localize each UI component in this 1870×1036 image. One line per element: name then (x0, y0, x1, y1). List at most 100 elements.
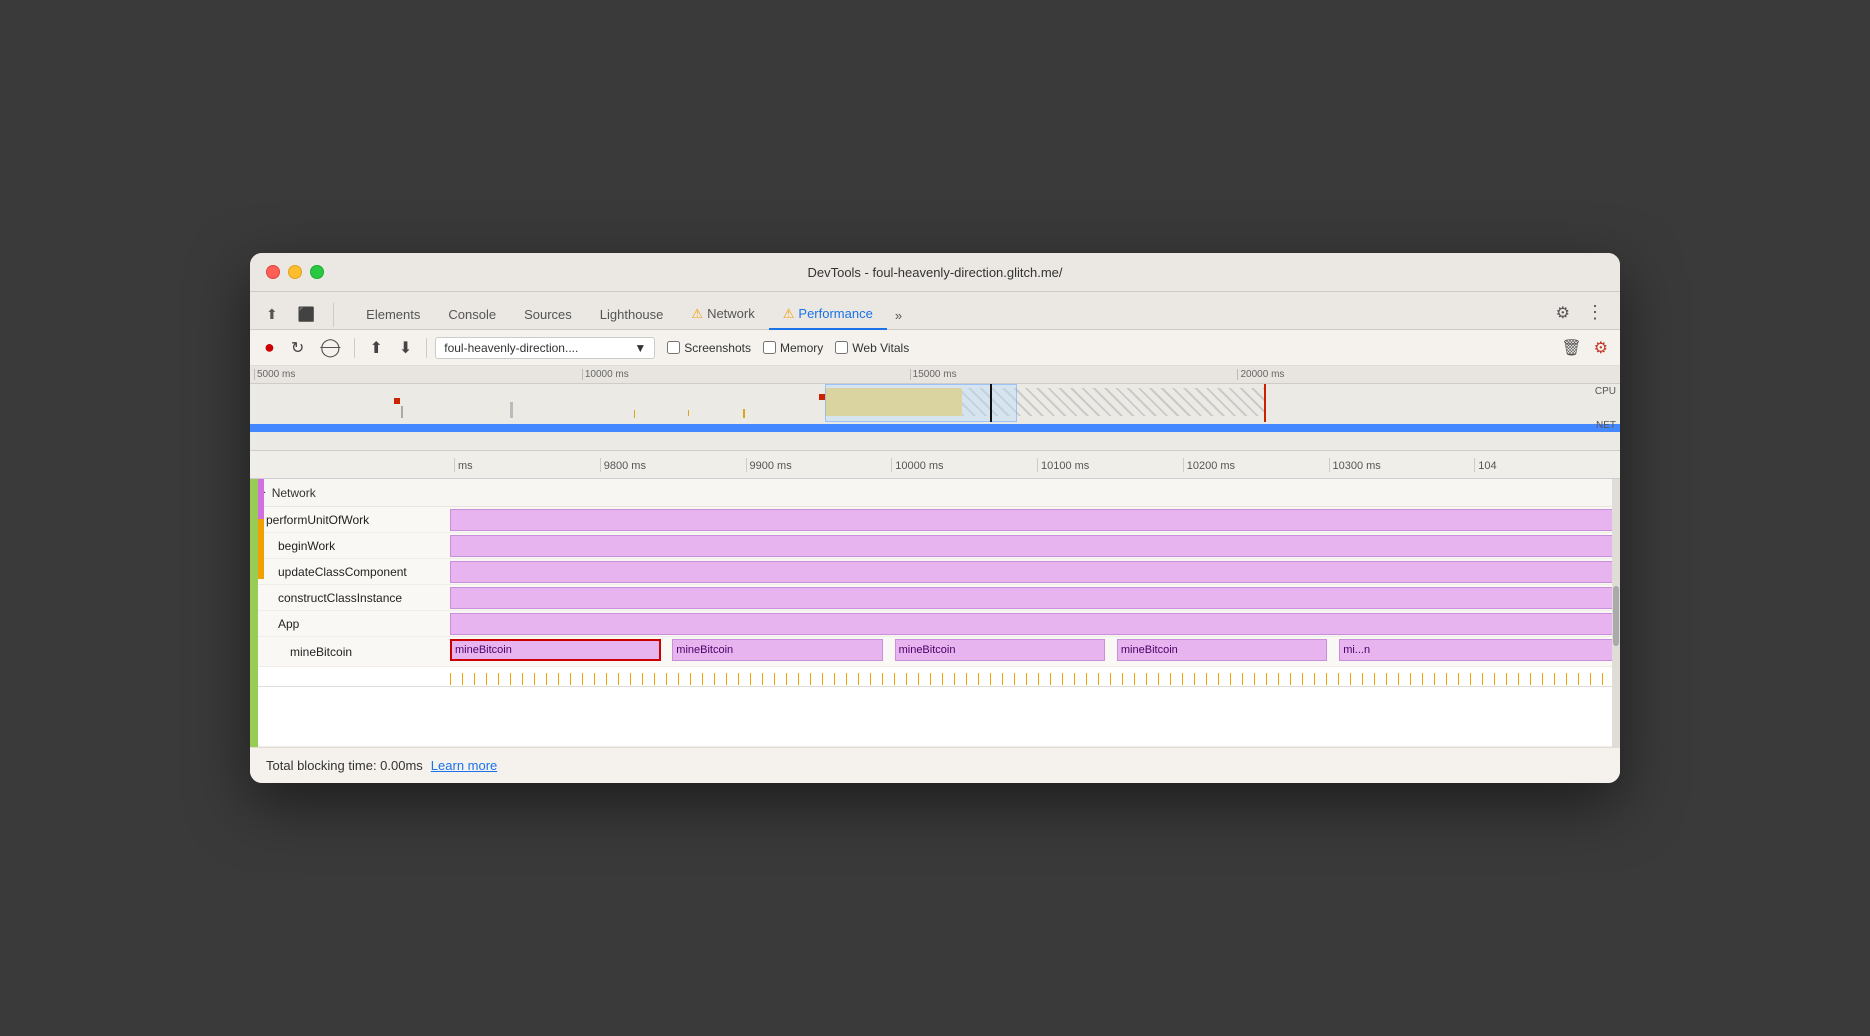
cpu-tiny-1 (634, 410, 635, 418)
flame-label-3: constructClassInstance (250, 591, 450, 605)
table-row[interactable]: mineBitcoin mineBitcoin mineBitcoin mine… (250, 637, 1620, 667)
devtools-window: DevTools - foul-heavenly-direction.glitc… (250, 253, 1620, 783)
red-flag-1 (394, 398, 400, 404)
flame-bar-area-3 (450, 585, 1620, 610)
learn-more-link[interactable]: Learn more (431, 758, 497, 773)
flame-bar-area-5: mineBitcoin mineBitcoin mineBitcoin mine… (450, 637, 1620, 666)
screenshots-checkbox[interactable] (667, 341, 680, 354)
screenshots-checkbox-item[interactable]: Screenshots (667, 341, 751, 355)
flame-bar-minebitcoin-3[interactable]: mineBitcoin (895, 639, 1106, 661)
flame-bar-perform[interactable] (450, 509, 1620, 531)
time-ruler-inner: ms 9800 ms 9900 ms 10000 ms 10100 ms 102… (450, 458, 1620, 472)
tab-elements[interactable]: Elements (352, 301, 434, 330)
cpu-spike-1 (401, 406, 403, 418)
minimize-button[interactable] (288, 265, 302, 279)
flame-bar-area-4 (450, 611, 1620, 636)
time-tick-10300: 10300 ms (1329, 458, 1475, 472)
flame-bar-minebitcoin-2[interactable]: mineBitcoin (672, 639, 883, 661)
time-tick-10000: 10000 ms (891, 458, 1037, 472)
performance-warning-icon: ⚠ (783, 306, 795, 321)
more-options-icon[interactable]: ⋮ (1578, 296, 1612, 329)
scrollbar[interactable] (1612, 479, 1620, 747)
flame-rows: performUnitOfWork beginWork (250, 507, 1620, 747)
timeline-selection (825, 384, 1017, 422)
clear-button[interactable]: ◯ (314, 333, 346, 362)
flame-bar-minebitcoin-5[interactable]: mi...n (1339, 639, 1620, 661)
webvitals-checkbox-item[interactable]: Web Vitals (835, 341, 909, 355)
time-tick-9800: 9800 ms (600, 458, 746, 472)
table-row[interactable]: updateClassComponent (250, 559, 1620, 585)
upload-button[interactable]: ⬆ (363, 334, 388, 362)
mini-ruler: 5000 ms 10000 ms 15000 ms 20000 ms CPU (250, 366, 1620, 384)
checkbox-group: Screenshots Memory Web Vitals (667, 341, 909, 355)
network-warning-icon: ⚠ (691, 306, 703, 321)
record-button[interactable]: ● (258, 333, 281, 362)
empty-row (250, 687, 1620, 747)
tab-sources[interactable]: Sources (510, 301, 586, 330)
scroll-thumb[interactable] (1613, 586, 1619, 646)
flame-bar-app[interactable] (450, 613, 1620, 635)
status-bar: Total blocking time: 0.00ms Learn more (250, 747, 1620, 783)
flame-bar-constructclass[interactable] (450, 587, 1620, 609)
flame-label-1: beginWork (250, 539, 450, 553)
tab-network[interactable]: ⚠Network (677, 300, 768, 330)
red-marker-1 (1264, 384, 1266, 422)
flame-bar-area-2 (450, 559, 1620, 584)
cursor-tool-button[interactable]: ⬆ (258, 300, 286, 329)
time-tick-104: 104 (1474, 458, 1620, 472)
flame-bar-updateclass[interactable] (450, 561, 1620, 583)
maximize-button[interactable] (310, 265, 324, 279)
table-row[interactable]: performUnitOfWork (250, 507, 1620, 533)
tab-console[interactable]: Console (434, 301, 510, 330)
black-marker-1 (990, 384, 992, 422)
flame-label-4: App (250, 617, 450, 631)
mini-tick-2: 10000 ms (582, 369, 910, 380)
mini-ruler-ticks: 5000 ms 10000 ms 15000 ms 20000 ms (254, 369, 1620, 380)
flame-bar-area-0 (450, 507, 1620, 532)
webvitals-checkbox[interactable] (835, 341, 848, 354)
flame-bar-minebitcoin-1[interactable]: mineBitcoin (450, 639, 661, 661)
tick-marks-container (450, 667, 1620, 686)
title-bar: DevTools - foul-heavenly-direction.glitc… (250, 253, 1620, 292)
left-bar-green (250, 479, 258, 747)
memory-checkbox[interactable] (763, 341, 776, 354)
left-bar-yellow (258, 519, 264, 579)
network-section-header[interactable]: ▶ Network (250, 479, 1620, 507)
cpu-tiny-3 (743, 409, 745, 418)
table-row[interactable]: beginWork (250, 533, 1620, 559)
reload-button[interactable]: ↻ (285, 334, 310, 362)
delete-recording-button[interactable]: 🗑 (1557, 334, 1585, 362)
time-tick-partial: ms (454, 458, 600, 472)
net-chart: NET (250, 422, 1620, 432)
left-bar-purple-1 (258, 479, 264, 519)
table-row[interactable]: constructClassInstance (250, 585, 1620, 611)
more-tabs-button[interactable]: » (887, 302, 910, 329)
toolbar-separator (333, 303, 334, 327)
url-select[interactable]: foul-heavenly-direction.... ▼ (435, 337, 655, 359)
download-button[interactable]: ⬇ (393, 334, 418, 362)
net-label: NET (1596, 420, 1616, 431)
mini-tick-4: 20000 ms (1237, 369, 1619, 380)
red-flag-2 (819, 394, 825, 400)
flame-bar-beginwork[interactable] (450, 535, 1620, 557)
dock-button[interactable]: ⬛ (290, 300, 323, 329)
settings-icon[interactable]: ⚙ (1548, 297, 1578, 329)
table-row[interactable]: App (250, 611, 1620, 637)
tick-pattern (450, 673, 1620, 685)
cpu-spike-2 (510, 402, 513, 418)
performance-settings-icon[interactable]: ⚙ (1590, 334, 1612, 362)
time-ruler: ms 9800 ms 9900 ms 10000 ms 10100 ms 102… (250, 451, 1620, 479)
memory-checkbox-item[interactable]: Memory (763, 341, 823, 355)
tab-performance[interactable]: ⚠Performance (769, 300, 887, 330)
mini-timeline[interactable]: 5000 ms 10000 ms 15000 ms 20000 ms CPU (250, 366, 1620, 451)
flame-chart-area[interactable]: ▶ Network performUnitOfWork beginWork (250, 479, 1620, 747)
time-tick-10100: 10100 ms (1037, 458, 1183, 472)
flame-label-5: mineBitcoin (250, 645, 450, 659)
network-section-label: Network (272, 486, 316, 500)
close-button[interactable] (266, 265, 280, 279)
window-title: DevTools - foul-heavenly-direction.glitc… (807, 265, 1062, 280)
flame-bar-minebitcoin-4[interactable]: mineBitcoin (1117, 639, 1328, 661)
time-tick-10200: 10200 ms (1183, 458, 1329, 472)
record-toolbar: ● ↻ ◯ ⬆ ⬇ foul-heavenly-direction.... ▼ … (250, 330, 1620, 366)
tab-lighthouse[interactable]: Lighthouse (586, 301, 678, 330)
